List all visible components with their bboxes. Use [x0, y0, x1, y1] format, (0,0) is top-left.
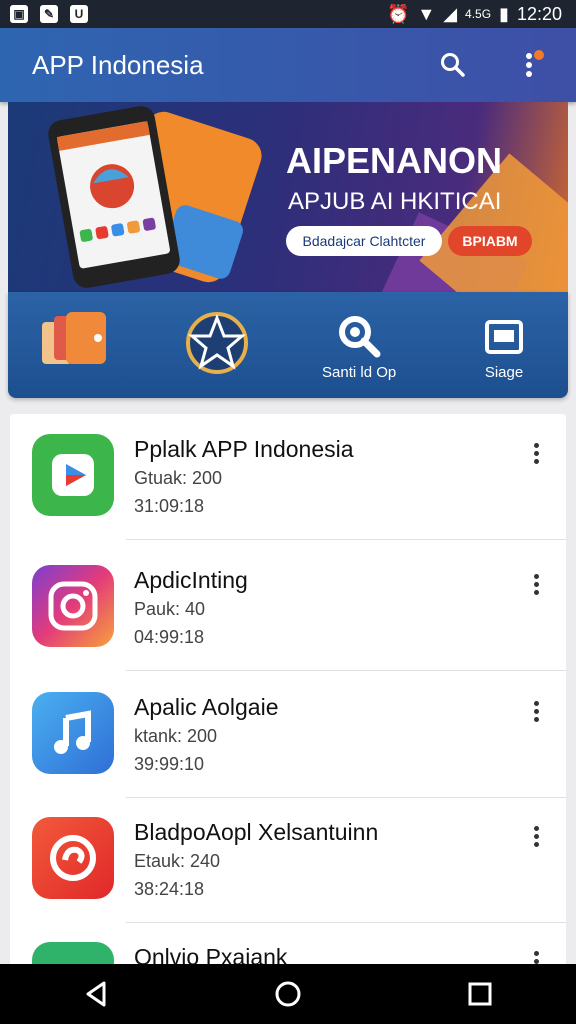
promo-banner[interactable]: AIPENANON APJUB AI HKITICAI Bdadajcar Cl… [8, 102, 568, 292]
play-icon [32, 434, 114, 516]
app-stat: Etauk: 240 [134, 851, 221, 871]
app-name: ApdicInting [134, 567, 248, 593]
app-time: 04:99:18 [134, 627, 205, 647]
app-time: 31:09:18 [134, 496, 205, 516]
quick-action-search[interactable]: Santi ld Op [322, 314, 396, 381]
gallery-icon: ▣ [10, 5, 28, 23]
app-stat: ktank: 200 [134, 726, 218, 746]
app-name: BladpoAopl Xelsantuinn [134, 819, 379, 845]
network-type: 4.5G [465, 7, 492, 21]
quick-action-discover[interactable] [184, 310, 250, 376]
star-compass-icon [186, 312, 248, 374]
banner-subhead: APJUB AI HKITICAI [288, 188, 502, 215]
app-stat: Pauk: 40 [134, 599, 206, 619]
list-item[interactable]: BladpoAopl Xelsantuinn Etauk: 240 38:24:… [10, 797, 566, 923]
quick-action-label: Siage [484, 364, 524, 381]
status-bar: ▣ ✎ U ⏰ ▼ ◢ 4.5G ▮ 12:20 [0, 0, 576, 28]
search-icon[interactable] [436, 48, 470, 82]
app-name: Pplalk APP Indonesia [134, 436, 354, 462]
app-time: 39:99:10 [134, 754, 205, 774]
list-item[interactable]: ApdicInting Pauk: 40 04:99:18 [10, 545, 566, 671]
more-vert-icon[interactable] [524, 569, 548, 599]
wifi-icon: ▼ [417, 3, 436, 24]
quick-action-apps[interactable] [40, 308, 110, 372]
more-vert-icon[interactable] [524, 696, 548, 726]
search-gear-icon [339, 316, 381, 358]
shield-icon: U [70, 5, 88, 23]
quick-actions-bar: Santi ld Op Siage [8, 292, 568, 398]
banner-secondary-button[interactable]: BPIABM [448, 226, 532, 256]
banner-headline: AIPENANON [286, 140, 503, 181]
app-title: APP Indonesia [32, 49, 204, 80]
list-item[interactable]: Apalic Aolgaie ktank: 200 39:99:10 [10, 672, 566, 798]
apps-folder-icon [42, 312, 106, 364]
app-name: Apalic Aolgaie [134, 694, 279, 720]
music-note-icon [32, 692, 114, 774]
system-nav-bar [0, 964, 576, 1024]
recents-icon[interactable] [450, 964, 510, 1024]
more-vert-icon[interactable] [524, 821, 548, 851]
list-item[interactable]: Pplalk APP Indonesia Gtuak: 200 31:09:18 [10, 414, 566, 540]
signal-icon: ◢ [443, 3, 458, 24]
app-bar: APP Indonesia [0, 28, 576, 102]
alarm-icon: ⏰ [386, 3, 410, 24]
notification-dot [534, 50, 544, 60]
banner-primary-button[interactable]: Bdadajcar Clahtcter [286, 226, 442, 256]
swirl-icon [32, 817, 114, 899]
more-vert-icon[interactable] [524, 438, 548, 468]
battery-icon: ▮ [499, 3, 509, 24]
camera-icon [32, 565, 114, 647]
clock: 12:20 [516, 3, 562, 24]
home-icon[interactable] [258, 964, 318, 1024]
edit-icon: ✎ [40, 5, 58, 23]
screen-icon [485, 320, 523, 354]
quick-action-storage[interactable]: Siage [484, 318, 524, 381]
more-vert-icon[interactable] [512, 48, 546, 82]
back-icon[interactable] [66, 964, 126, 1024]
quick-action-label: Santi ld Op [322, 364, 397, 381]
app-time: 38:24:18 [134, 879, 205, 899]
app-list: Pplalk APP Indonesia Gtuak: 200 31:09:18… [10, 414, 566, 974]
app-stat: Gtuak: 200 [134, 468, 223, 488]
